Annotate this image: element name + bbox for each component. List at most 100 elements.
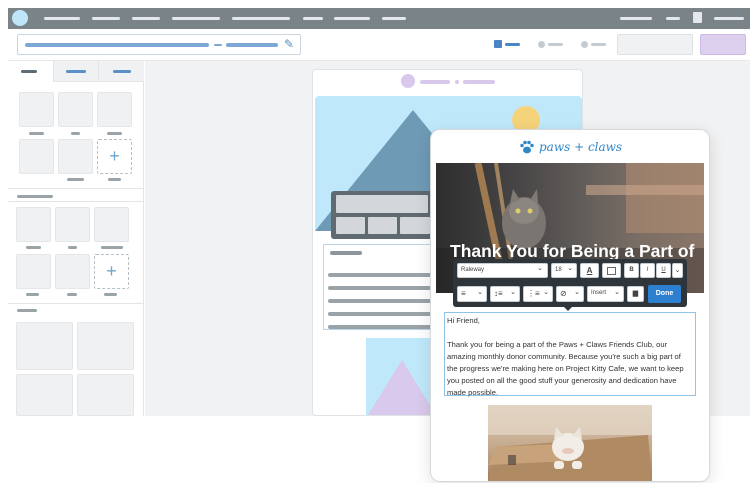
desktop-icon	[494, 40, 502, 48]
pencil-icon[interactable]: ✎	[284, 37, 294, 52]
block-tile-label	[67, 293, 77, 296]
block-tile[interactable]	[16, 254, 51, 289]
block-tile[interactable]	[19, 92, 54, 127]
template-tile[interactable]	[16, 322, 73, 370]
tab-content-label	[21, 70, 37, 73]
nav-item-2[interactable]	[92, 17, 120, 20]
body-paragraph: Thank you for being a part of the Paws +…	[447, 340, 684, 397]
delete-button[interactable]: ▆	[627, 286, 644, 302]
plus-icon: +	[109, 146, 120, 166]
nav-item-right-1[interactable]	[620, 17, 652, 20]
block-tile[interactable]	[58, 139, 93, 174]
logo-dot	[455, 80, 459, 84]
tab-design[interactable]	[53, 61, 98, 82]
nav-item-right-3[interactable]	[714, 17, 744, 20]
preview-toggle[interactable]	[581, 40, 609, 48]
add-block-button[interactable]: +	[97, 139, 132, 174]
template-tile[interactable]	[77, 322, 134, 370]
block-tile-label	[68, 246, 77, 249]
nav-item-7[interactable]	[334, 17, 370, 20]
color-swatch	[607, 267, 616, 275]
tab-settings[interactable]	[98, 61, 144, 82]
bold-button[interactable]: B	[624, 263, 639, 278]
align-select[interactable]: ≡ ⌄	[457, 286, 487, 302]
font-family-value: Raleway	[461, 267, 485, 273]
chevron-down-icon: ⌄	[543, 289, 549, 296]
mountain-shape	[367, 360, 432, 415]
block-tile[interactable]	[19, 139, 54, 174]
save-button[interactable]	[617, 34, 693, 55]
logo-text-2	[463, 80, 495, 84]
nav-item-8[interactable]	[382, 17, 406, 20]
done-button[interactable]: Done	[648, 285, 681, 303]
block-tile[interactable]	[55, 207, 90, 242]
send-button[interactable]	[700, 34, 746, 55]
text-line	[328, 286, 438, 290]
hover-tool-1[interactable]	[336, 217, 365, 234]
font-size-select[interactable]: 18 ⌄	[551, 263, 577, 278]
image-placeholder[interactable]	[366, 338, 432, 415]
email-title-field[interactable]: ✎	[17, 34, 301, 55]
nav-item-3[interactable]	[132, 17, 160, 20]
brand-name: paws + claws	[539, 140, 623, 154]
nav-item-1[interactable]	[44, 17, 80, 20]
block-tile[interactable]	[94, 207, 129, 242]
link-select[interactable]: ⊘ ⌄	[556, 286, 584, 302]
background-color-button[interactable]	[602, 263, 621, 278]
block-tile-label	[107, 132, 122, 135]
hover-tool-main[interactable]	[336, 195, 428, 213]
hover-tool-3[interactable]	[400, 217, 430, 234]
block-tile[interactable]	[16, 207, 51, 242]
nav-item-5[interactable]	[232, 17, 290, 20]
chevron-down-icon: ⌄	[614, 289, 620, 296]
link-icon: ⊘	[560, 289, 567, 298]
block-tile-label	[108, 178, 121, 181]
list-select[interactable]: ⋮≡ ⌄	[523, 286, 553, 302]
hero-headline[interactable]: Thank You for Being a Part of	[450, 241, 704, 261]
block-tile[interactable]	[58, 92, 93, 127]
hover-tool-2[interactable]	[368, 217, 397, 234]
cat-in-box-photo[interactable]	[488, 405, 652, 481]
block-tile-label	[71, 132, 80, 135]
text-color-button[interactable]: A	[580, 263, 599, 278]
tab-content[interactable]	[8, 61, 53, 82]
plus-icon: +	[106, 261, 117, 281]
nav-item-6[interactable]	[303, 17, 323, 20]
notification-icon[interactable]	[693, 12, 702, 23]
template-tile[interactable]	[16, 374, 73, 416]
email-title-text-2	[226, 43, 278, 47]
email-title-text	[25, 43, 209, 47]
add-block-button[interactable]: +	[94, 254, 129, 289]
block-tile-label	[67, 178, 84, 181]
underline-button[interactable]: U	[656, 263, 671, 278]
more-format-button[interactable]: ⌄	[672, 263, 683, 278]
block-hover-toolbar[interactable]	[331, 191, 441, 239]
brand-logo: paws + claws	[519, 139, 629, 157]
template-tile[interactable]	[77, 374, 134, 416]
block-tile-label	[104, 293, 117, 296]
preview-icon	[581, 41, 588, 48]
desktop-view-toggle[interactable]	[494, 40, 522, 48]
block-tile[interactable]	[97, 92, 132, 127]
logo-text	[420, 80, 450, 84]
block-tile[interactable]	[55, 254, 90, 289]
desktop-label	[505, 43, 520, 46]
chevron-down-icon: ⌄	[674, 267, 681, 274]
tab-settings-label	[113, 70, 131, 73]
italic-button[interactable]: I	[640, 263, 655, 278]
cat-box-scene	[488, 405, 652, 481]
body-text-editor[interactable]: Hi Friend, Thank you for being a part of…	[444, 312, 696, 397]
font-size-value: 18	[555, 267, 562, 273]
email-editor-card: paws + claws Thank You for Being a Part …	[430, 129, 710, 482]
mobile-view-toggle[interactable]	[538, 40, 566, 48]
text-block-placeholder[interactable]	[323, 244, 443, 330]
chevron-down-icon: ⌄	[567, 265, 573, 272]
font-family-select[interactable]: Raleway ⌄	[457, 263, 548, 278]
insert-select[interactable]: Insert ⌄	[587, 286, 624, 302]
line-height-select[interactable]: ↕≡ ⌄	[490, 286, 520, 302]
section-divider	[8, 188, 144, 189]
nav-item-right-2[interactable]	[666, 17, 680, 20]
nav-item-4[interactable]	[172, 17, 220, 20]
paw-icon	[519, 139, 535, 155]
account-avatar[interactable]	[12, 10, 28, 26]
